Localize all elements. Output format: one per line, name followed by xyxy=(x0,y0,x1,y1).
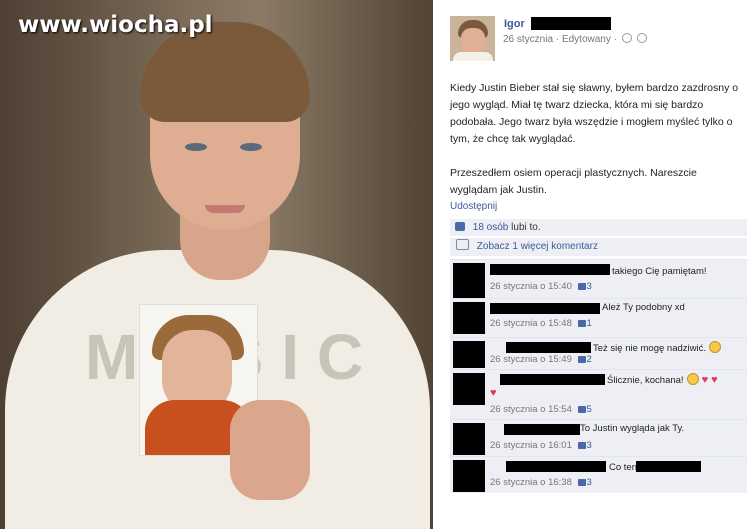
heart-icon: ♥ xyxy=(701,374,709,386)
post-text: Kiedy Justin Bieber stał się sławny, był… xyxy=(450,80,740,216)
comment-like-count[interactable]: 2 xyxy=(587,354,592,365)
edited-label[interactable]: Edytowany xyxy=(562,34,611,45)
commenter-avatar[interactable] xyxy=(453,423,485,455)
comment-item: Co ten 26 stycznia o 16:38 3 xyxy=(450,456,747,493)
comment-like-count[interactable]: 1 xyxy=(587,318,592,329)
post-paragraph-2: Przeszedłem osiem operacji plastycznych.… xyxy=(450,167,697,196)
comment-text-value: Ślicznie, kochana! xyxy=(607,375,684,386)
wink-emoji-icon xyxy=(686,373,699,385)
post-panel: Igor 26 stycznia · Edytowany · Kiedy Jus… xyxy=(433,0,750,529)
more-comments-label[interactable]: Zobacz 1 więcej komentarz xyxy=(477,241,598,252)
comment-meta: 26 stycznia o 16:01 3 xyxy=(490,440,592,451)
comment-text: takiego Cię pamiętam! xyxy=(612,266,707,277)
likes-suffix: lubi to. xyxy=(511,222,541,233)
smile-emoji-icon xyxy=(709,341,721,353)
comment-text-value: Też się nie mogę nadziwić. xyxy=(593,343,706,354)
redacted-commenter-name xyxy=(500,374,605,385)
more-comments-link[interactable]: Zobacz 1 więcej komentarz xyxy=(450,238,747,256)
comment-time[interactable]: 26 stycznia o 15:54 xyxy=(490,404,572,415)
watermark: www.wiocha.pl xyxy=(18,12,213,38)
comment-time[interactable]: 26 stycznia o 15:40 xyxy=(490,281,572,292)
thumbs-up-icon xyxy=(455,222,465,231)
thumbs-up-icon xyxy=(577,320,586,327)
comment-time[interactable]: 26 stycznia o 16:38 xyxy=(490,477,572,488)
comment-item: takiego Cię pamiętam! 26 stycznia o 15:4… xyxy=(450,259,747,298)
redacted-commenter-name xyxy=(490,303,600,314)
redacted-mention xyxy=(636,461,701,472)
redacted-commenter-name xyxy=(504,424,580,435)
comment-text: Co ten xyxy=(609,462,637,473)
commenter-avatar[interactable] xyxy=(453,460,485,492)
comment-like-count[interactable]: 3 xyxy=(587,281,592,292)
photo-mouth xyxy=(205,205,245,213)
commenter-avatar[interactable] xyxy=(453,263,485,298)
comment-time[interactable]: 26 stycznia o 15:48 xyxy=(490,318,572,329)
comment-item: To Justin wygląda jak Ty. 26 stycznia o … xyxy=(450,419,747,456)
photo-hand xyxy=(230,400,310,500)
comment-item: Ależ Ty podobny xd 26 stycznia o 15:48 1 xyxy=(450,298,747,337)
comment-meta: 26 stycznia o 16:38 3 xyxy=(490,477,592,488)
comment-text-continuation: ♥ xyxy=(490,387,497,399)
commenter-avatar[interactable] xyxy=(453,373,485,405)
thumbs-up-icon xyxy=(577,283,586,290)
comment-text: Ależ Ty podobny xd xyxy=(602,302,685,313)
thumbs-up-icon xyxy=(577,479,586,486)
globe-icon[interactable] xyxy=(636,33,647,43)
redacted-commenter-name xyxy=(490,264,610,275)
comment-time[interactable]: 26 stycznia o 15:49 xyxy=(490,354,572,365)
comment-meta: 26 stycznia o 15:49 2 xyxy=(490,354,592,365)
redacted-surname xyxy=(531,17,611,30)
redacted-commenter-name xyxy=(506,461,606,472)
comment-like-count[interactable]: 3 xyxy=(587,477,592,488)
post-photo[interactable]: MUSIC www.wiocha.pl xyxy=(0,0,433,529)
author-avatar[interactable] xyxy=(450,16,495,61)
comment-like-count[interactable]: 3 xyxy=(587,440,592,451)
heart-icon: ♥ xyxy=(490,387,497,399)
comment-text: To Justin wygląda jak Ty. xyxy=(580,423,685,434)
meta-separator: · xyxy=(555,34,560,45)
comment-text: Ślicznie, kochana! ♥ ♥ xyxy=(607,373,718,386)
post-meta: 26 stycznia · Edytowany · xyxy=(503,33,647,45)
author-name[interactable]: Igor xyxy=(504,18,525,30)
comment-bubble-icon xyxy=(456,239,469,250)
clock-icon xyxy=(621,33,632,43)
thumbs-up-icon xyxy=(577,356,586,363)
comment-meta: 26 stycznia o 15:54 5 xyxy=(490,404,592,415)
commenter-avatar[interactable] xyxy=(453,302,485,334)
post-paragraph-1: Kiedy Justin Bieber stał się sławny, był… xyxy=(450,82,739,145)
commenter-avatar[interactable] xyxy=(453,341,485,368)
comment-like-count[interactable]: 5 xyxy=(587,404,592,415)
post-date[interactable]: 26 stycznia xyxy=(503,34,553,45)
thumbs-up-icon xyxy=(577,406,586,413)
comment-meta: 26 stycznia o 15:40 3 xyxy=(490,281,592,292)
share-link[interactable]: Udostępnij xyxy=(450,201,497,212)
photo-left-eye xyxy=(185,143,207,151)
likes-bar: 18 osób lubi to. xyxy=(450,219,747,236)
comment-item: Ślicznie, kochana! ♥ ♥ ♥ 26 stycznia o 15:… xyxy=(450,369,747,419)
heart-icon: ♥ xyxy=(711,374,718,386)
thumbs-up-icon xyxy=(577,442,586,449)
comment-item: Też się nie mogę nadziwić. 26 stycznia o… xyxy=(450,337,747,369)
photo-right-eye xyxy=(240,143,262,151)
meta-separator-2: · xyxy=(613,34,617,45)
comment-text: Też się nie mogę nadziwić. xyxy=(593,341,721,354)
likes-count-link[interactable]: 18 osób xyxy=(473,222,509,233)
redacted-commenter-name xyxy=(506,342,591,353)
comment-time[interactable]: 26 stycznia o 16:01 xyxy=(490,440,572,451)
comment-meta: 26 stycznia o 15:48 1 xyxy=(490,318,592,329)
